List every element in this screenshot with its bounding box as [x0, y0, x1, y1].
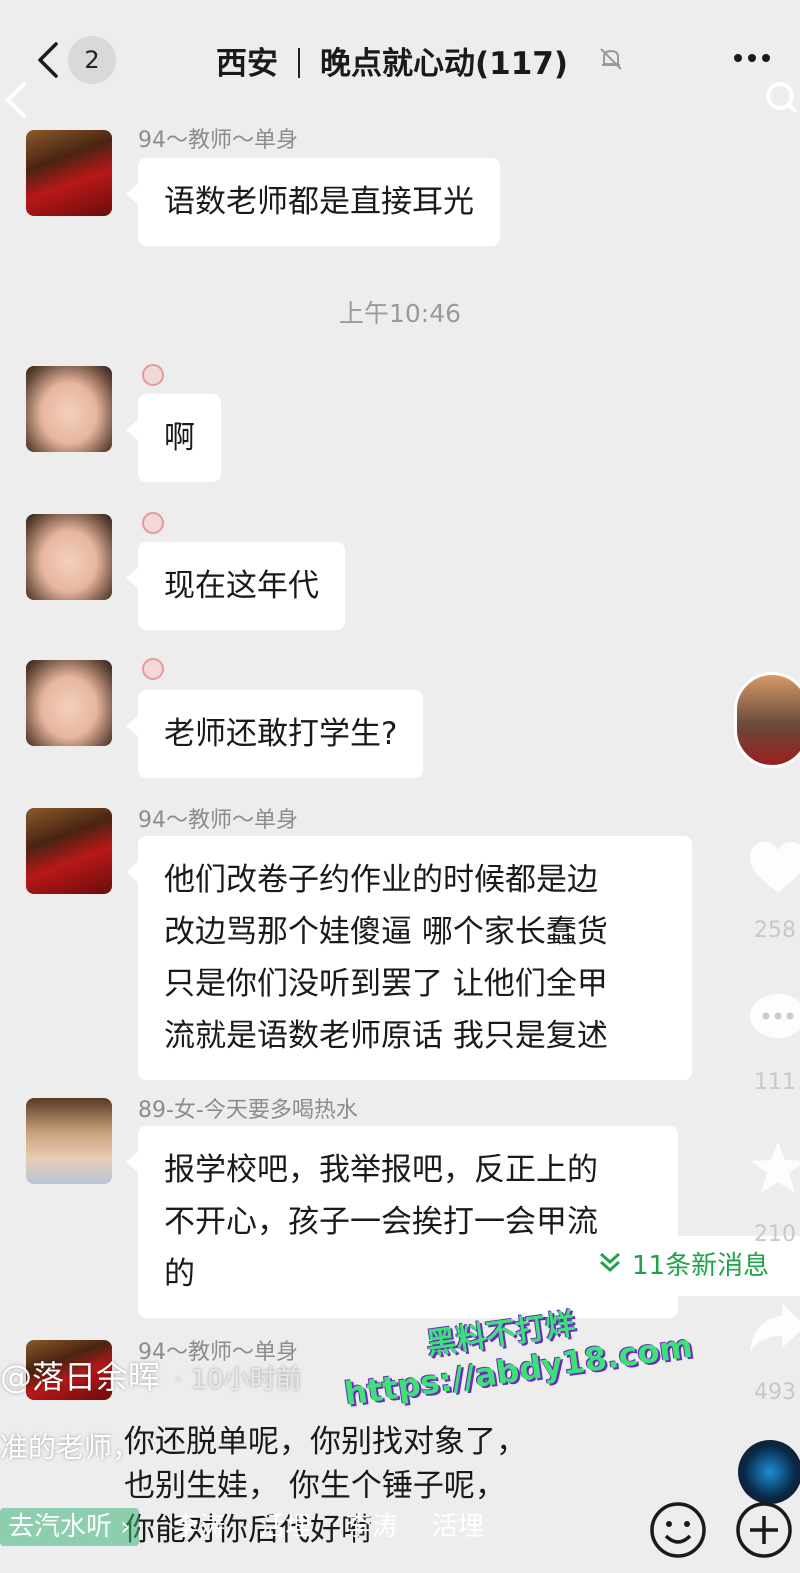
sender-emoji-icon: [142, 512, 164, 534]
caption-line: 你还脱单呢，你别找对象了，: [124, 1424, 527, 1460]
page-title: 西安 晚点就心动(117): [216, 38, 568, 83]
avatar[interactable]: [26, 366, 112, 452]
double-chevron-down-icon: [600, 1252, 620, 1273]
favorite-count: 210: [754, 1222, 796, 1247]
new-messages-label: 11条新消息: [632, 1251, 770, 1281]
message-bubble[interactable]: 他们改卷子约作业的时候都是边 改边骂那个娃傻逼 哪个家长蠢货 只是你们没听到罢了…: [126, 836, 692, 1080]
author-name[interactable]: @落日余晖: [0, 1358, 160, 1396]
video-back-icon[interactable]: [0, 80, 30, 120]
comment-count: 111: [754, 1070, 796, 1095]
avatar[interactable]: [26, 660, 112, 746]
comment-icon[interactable]: [748, 990, 800, 1046]
music-item: 活埋: [259, 1512, 312, 1542]
sender-name: 94～教师～单身: [138, 808, 298, 833]
music-link[interactable]: 去汽水听 ›: [0, 1508, 139, 1546]
avatar[interactable]: [26, 808, 112, 894]
sender-emoji-icon: [142, 658, 164, 680]
post-time: · 10小时前: [174, 1365, 302, 1395]
message-text: 老师还敢打学生?: [164, 716, 398, 752]
creator-avatar[interactable]: [734, 672, 800, 768]
share-arrow-icon[interactable]: [748, 1300, 800, 1356]
message-text: 流就是语数老师原话 我只是复述: [164, 1018, 608, 1054]
message-text: 只是你们没听到罢了 让他们全甲: [164, 966, 608, 1002]
title-separator: [298, 48, 300, 78]
emoji-icon[interactable]: [648, 1500, 708, 1560]
message-text: 不开心，孩子一会挨打一会甲流: [164, 1204, 598, 1240]
music-row[interactable]: 去汽水听 › 李涛 活埋 李涛 活埋: [0, 1506, 510, 1556]
chat-screen: 2 西安 晚点就心动(117) 94～教师～单身 语数老师都是直接耳光 上午10:…: [0, 0, 800, 1573]
search-icon[interactable]: [758, 78, 798, 118]
mute-bell-icon: [600, 48, 622, 70]
message-text: 啊: [164, 420, 195, 456]
message-text: 报学校吧，我举报吧，反正上的: [164, 1152, 598, 1188]
message-text: 现在这年代: [164, 568, 319, 604]
caption-line: 也别生娃， 你生个锤子呢，: [124, 1468, 506, 1504]
music-item: 李涛: [172, 1512, 225, 1542]
title-location: 西安: [216, 46, 278, 82]
message-bubble[interactable]: 语数老师都是直接耳光: [126, 158, 500, 246]
message-text: 的: [164, 1256, 195, 1292]
caption-prefix: 准的老师，: [0, 1431, 141, 1464]
music-item: 活埋: [431, 1512, 484, 1542]
title-group-name: 晚点就心动(117): [320, 46, 569, 82]
unread-count-badge[interactable]: 2: [68, 36, 116, 84]
message-text: 改边骂那个娃傻逼 哪个家长蠢货: [164, 914, 608, 950]
star-icon[interactable]: [748, 1140, 800, 1196]
sender-emoji-icon: [142, 364, 164, 386]
message-bubble[interactable]: 啊: [126, 394, 221, 482]
sender-name: 89-女-今天要多喝热水: [138, 1098, 358, 1123]
heart-icon[interactable]: [748, 840, 800, 896]
plus-icon[interactable]: [734, 1500, 794, 1560]
timestamp: 上午10:46: [338, 299, 462, 328]
author-line: @落日余晖 · 10小时前: [0, 1352, 302, 1398]
message-text: 语数老师都是直接耳光: [164, 184, 474, 220]
chat-header: 2 西安 晚点就心动(117): [0, 0, 800, 118]
music-item: 李涛: [345, 1512, 398, 1542]
sender-name: 94～教师～单身: [138, 128, 298, 153]
message-bubble[interactable]: 现在这年代: [126, 542, 345, 630]
avatar[interactable]: [26, 1098, 112, 1184]
share-count: 493: [754, 1380, 796, 1405]
avatar[interactable]: [26, 514, 112, 600]
message-bubble[interactable]: 老师还敢打学生?: [125, 690, 424, 778]
like-count: 258: [754, 918, 796, 943]
more-options-icon[interactable]: [730, 40, 774, 76]
avatar[interactable]: [26, 130, 112, 216]
back-arrow-icon[interactable]: [30, 40, 70, 80]
message-text: 他们改卷子约作业的时候都是边: [164, 862, 598, 898]
